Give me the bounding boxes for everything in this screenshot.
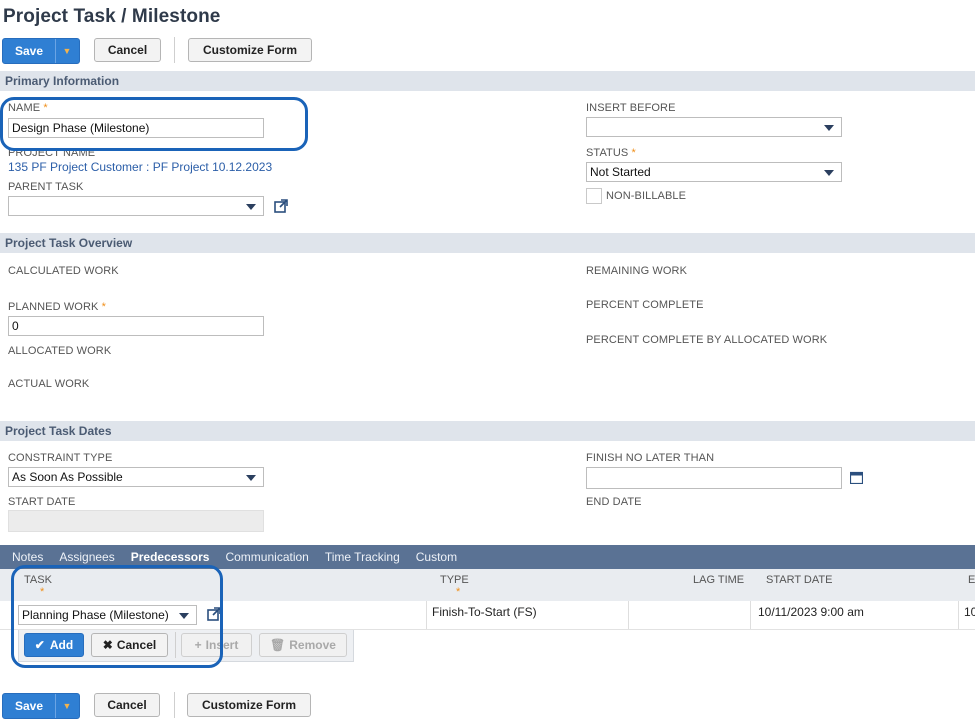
save-label: Save xyxy=(14,699,44,713)
customize-form-button-bottom[interactable]: Customize Form xyxy=(187,693,311,717)
section-project-task-dates: Project Task Dates xyxy=(0,421,975,441)
predecessor-start-cell: 10/11/2023 9:00 am xyxy=(758,605,864,619)
finish-no-later-label: FINISH NO LATER THAN xyxy=(586,452,715,464)
save-button[interactable]: Save ▼ xyxy=(2,38,80,64)
constraint-type-select[interactable]: As Soon As Possible xyxy=(8,467,264,487)
section-project-task-overview: Project Task Overview xyxy=(0,233,975,253)
tab-assignees[interactable]: Assignees xyxy=(59,550,114,564)
tab-communication[interactable]: Communication xyxy=(225,550,308,564)
save-button-bottom[interactable]: Save ▼ xyxy=(2,693,80,719)
save-menu-arrow-icon[interactable]: ▼ xyxy=(55,694,78,718)
status-label: STATUS * xyxy=(586,147,636,159)
end-date-label: END DATE xyxy=(586,496,642,508)
column-lag-time: LAG TIME xyxy=(693,574,745,586)
predecessor-highlight-annotation xyxy=(11,565,223,668)
chevron-down-icon xyxy=(824,125,834,131)
percent-complete-allocated-label: PERCENT COMPLETE BY ALLOCATED WORK xyxy=(586,334,828,346)
allocated-work-label: ALLOCATED WORK xyxy=(8,345,112,357)
predecessor-type-cell[interactable]: Finish-To-Start (FS) xyxy=(432,605,537,619)
chevron-down-icon xyxy=(246,475,256,481)
status-select[interactable]: Not Started xyxy=(586,162,842,182)
actual-work-label: ACTUAL WORK xyxy=(8,378,90,390)
customize-form-button[interactable]: Customize Form xyxy=(188,38,312,62)
remaining-work-label: REMAINING WORK xyxy=(586,265,688,277)
planned-work-label: PLANNED WORK * xyxy=(8,301,106,313)
tab-custom[interactable]: Custom xyxy=(416,550,457,564)
calendar-icon[interactable] xyxy=(850,471,863,484)
cancel-button[interactable]: Cancel xyxy=(94,38,161,62)
constraint-type-label: CONSTRAINT TYPE xyxy=(8,452,113,464)
calculated-work-label: CALCULATED WORK xyxy=(8,265,119,277)
save-menu-arrow-icon[interactable]: ▼ xyxy=(55,39,78,63)
tab-notes[interactable]: Notes xyxy=(12,550,43,564)
insert-before-select[interactable] xyxy=(586,117,842,137)
open-external-icon[interactable] xyxy=(274,199,288,213)
name-highlight-annotation xyxy=(0,97,308,151)
column-start-date: START DATE xyxy=(766,574,833,586)
trash-icon: 🗑 xyxy=(270,638,286,652)
section-primary-information: Primary Information xyxy=(0,71,975,91)
project-name-link[interactable]: 135 PF Project Customer : PF Project 10.… xyxy=(8,160,272,174)
insert-before-label: INSERT BEFORE xyxy=(586,102,676,114)
column-type: TYPE * xyxy=(440,574,469,598)
parent-task-label: PARENT TASK xyxy=(8,181,84,193)
save-label: Save xyxy=(14,44,44,58)
column-end-date: E xyxy=(968,574,975,586)
toolbar-divider xyxy=(174,37,175,63)
non-billable-checkbox[interactable] xyxy=(586,188,602,204)
start-date-label: START DATE xyxy=(8,496,76,508)
chevron-down-icon xyxy=(246,204,256,210)
start-date-field xyxy=(8,510,264,532)
cancel-button-bottom[interactable]: Cancel xyxy=(94,693,160,717)
remove-row-button[interactable]: 🗑 Remove xyxy=(259,633,347,657)
parent-task-select[interactable] xyxy=(8,196,264,216)
tab-time-tracking[interactable]: Time Tracking xyxy=(325,550,400,564)
page-title: Project Task / Milestone xyxy=(3,6,221,27)
planned-work-field[interactable]: 0 xyxy=(8,316,264,336)
non-billable-label: NON-BILLABLE xyxy=(606,190,687,202)
percent-complete-label: PERCENT COMPLETE xyxy=(586,299,704,311)
finish-no-later-field[interactable] xyxy=(586,467,842,489)
predecessor-end-cell: 10 xyxy=(964,605,975,619)
tab-predecessors[interactable]: Predecessors xyxy=(131,550,210,564)
chevron-down-icon xyxy=(824,170,834,176)
